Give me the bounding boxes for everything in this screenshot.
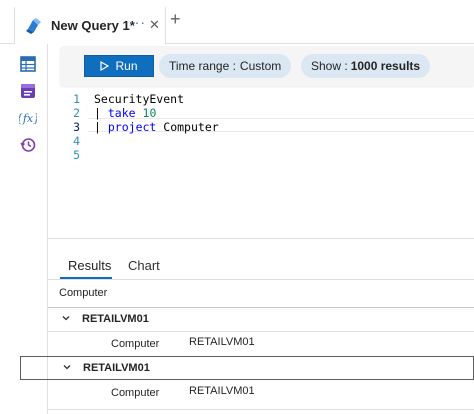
column-header-computer[interactable]: Computer xyxy=(59,287,107,299)
time-range-value: Custom xyxy=(239,59,282,73)
saved-query-icon[interactable] xyxy=(19,82,37,100)
editor-line: 4 xyxy=(48,134,474,148)
run-label: Run xyxy=(115,59,138,73)
line-number: 2 xyxy=(73,106,80,120)
new-tab-button[interactable]: + xyxy=(170,10,181,28)
run-button[interactable]: Run xyxy=(84,55,154,77)
show-value: 1000 results xyxy=(350,59,421,73)
show-label: Show : xyxy=(311,59,348,73)
svg-text:{fx}: {fx} xyxy=(19,112,37,125)
code-text: SecurityEvent xyxy=(94,92,185,106)
group-label: RETAILVM01 xyxy=(82,313,149,325)
show-results-button[interactable]: Show : 1000 results xyxy=(301,54,431,78)
line-number: 5 xyxy=(73,148,80,162)
chevron-down-icon[interactable] xyxy=(60,312,72,324)
query-icon xyxy=(26,18,41,34)
group-row[interactable]: RETAILVM01 xyxy=(20,356,474,380)
tab-chart[interactable]: Chart xyxy=(128,258,160,273)
editor-line: 5 xyxy=(48,148,474,162)
pipe-operator: | xyxy=(94,120,101,134)
keyword-project: project xyxy=(107,120,157,134)
detail-key: Computer xyxy=(111,338,160,350)
detail-value: RETAILVM01 xyxy=(189,336,255,348)
query-editor[interactable]: 1 SecurityEvent 2 | take 10 3 | project … xyxy=(48,88,474,238)
tab-bar: New Query 1* ··· ✕ + xyxy=(0,0,474,44)
table-icon[interactable] xyxy=(19,55,37,73)
editor-line: 3 | project Computer xyxy=(48,120,474,134)
detail-key: Computer xyxy=(111,387,160,399)
editor-line: 1 SecurityEvent xyxy=(48,92,474,106)
results-pane: Results Chart Computer RETAILVM01 Comput… xyxy=(20,238,474,414)
time-range-label: Time range : xyxy=(169,59,236,73)
time-range-button[interactable]: Time range : Custom xyxy=(159,54,292,78)
editor-line: 2 | take 10 xyxy=(48,106,474,120)
line-number: 3 xyxy=(73,120,80,134)
play-icon xyxy=(100,61,110,71)
divider xyxy=(48,279,474,280)
detail-value: RETAILVM01 xyxy=(189,385,255,397)
tab-results[interactable]: Results xyxy=(68,258,111,273)
group-row[interactable]: RETAILVM01 xyxy=(48,308,474,332)
close-icon[interactable]: ✕ xyxy=(149,17,160,33)
divider xyxy=(48,409,474,410)
query-toolbar: Run Time range : Custom Show : 1000 resu… xyxy=(60,46,474,86)
tab-new-query-1[interactable]: New Query 1* ··· ✕ xyxy=(14,6,166,44)
line-number: 4 xyxy=(73,134,80,148)
history-icon[interactable] xyxy=(19,136,37,154)
keyword-take: take xyxy=(107,106,136,120)
table-row[interactable]: Computer RETAILVM01 xyxy=(48,381,474,403)
line-number: 1 xyxy=(73,92,80,106)
tab-title: New Query 1* xyxy=(51,18,135,33)
more-options-icon[interactable]: ··· xyxy=(129,14,146,30)
chevron-down-icon[interactable] xyxy=(61,361,73,373)
pipe-operator: | xyxy=(94,106,101,120)
table-row[interactable]: Computer RETAILVM01 xyxy=(48,332,474,354)
function-icon[interactable]: {fx} xyxy=(19,109,37,127)
number-literal: 10 xyxy=(142,106,157,120)
column-identifier: Computer xyxy=(163,120,219,134)
group-label: RETAILVM01 xyxy=(83,362,150,374)
